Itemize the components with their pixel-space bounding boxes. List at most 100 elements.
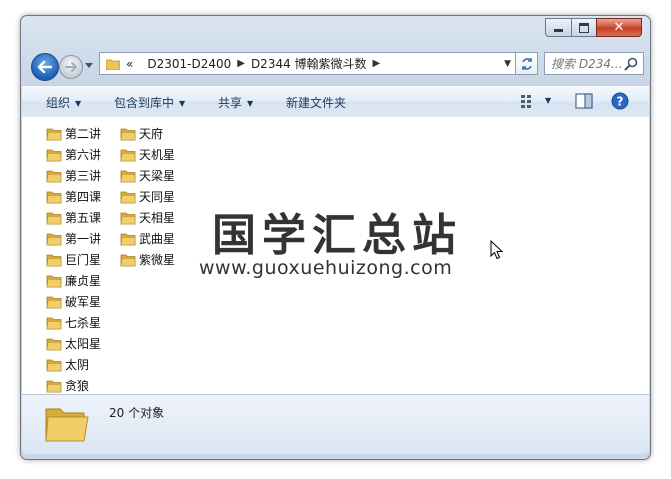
maximize-icon (579, 22, 589, 33)
watermark-title: 国学汇总站 (212, 210, 462, 261)
help-icon[interactable]: ? (611, 92, 629, 110)
folder-name: 天同星 (139, 190, 176, 204)
folder-item[interactable]: 天梁星 (120, 165, 175, 186)
include-in-library-menu[interactable]: 包含到库中 ▼ (114, 94, 185, 111)
address-bar[interactable]: « D2301-D2400 ▶ D2344 博翰紫微斗数 ▶ ▼ (99, 52, 516, 75)
watermark-url: www.guoxuehuizong.com (199, 257, 453, 279)
folder-item[interactable]: 天府 (120, 123, 175, 144)
mouse-cursor-icon (490, 240, 504, 260)
folder-icon (120, 170, 136, 182)
svg-text:?: ? (617, 95, 624, 109)
chevron-down-icon: ▼ (247, 99, 254, 108)
folder-icon (120, 233, 136, 245)
folder-item[interactable]: 天机星 (120, 144, 175, 165)
organize-menu[interactable]: 组织 ▼ (46, 94, 81, 111)
folder-name: 第五课 (65, 211, 102, 225)
folder-name: 七杀星 (65, 316, 102, 330)
address-overflow[interactable]: « (126, 57, 133, 71)
folder-icon (46, 128, 62, 140)
folder-name: 天机星 (139, 148, 176, 162)
folder-item[interactable]: 破军星 (46, 291, 101, 312)
folder-item[interactable]: 第五课 (46, 207, 101, 228)
search-box[interactable] (544, 52, 644, 75)
folder-name: 紫微星 (139, 253, 176, 267)
folder-item[interactable]: 太阴 (46, 354, 101, 375)
folder-name: 贪狼 (65, 379, 90, 393)
minimize-icon (554, 28, 563, 32)
folder-icon (46, 275, 62, 287)
view-options-icon[interactable] (520, 93, 538, 109)
folder-name: 破军星 (65, 295, 102, 309)
folder-item[interactable]: 天同星 (120, 186, 175, 207)
folder-column-1: 第二讲第六讲第三讲第四课第五课第一讲巨门星廉贞星破军星七杀星太阳星太阴贪狼 (46, 123, 101, 396)
folder-item[interactable]: 太阳星 (46, 333, 101, 354)
folder-item[interactable]: 第六讲 (46, 144, 101, 165)
file-list: 第二讲第六讲第三讲第四课第五课第一讲巨门星廉贞星破军星七杀星太阳星太阴贪狼 天府… (22, 117, 649, 394)
folder-icon (46, 380, 62, 392)
folder-icon (46, 170, 62, 182)
details-pane: 20 个对象 (22, 394, 649, 454)
forward-button[interactable] (59, 55, 83, 79)
folder-item[interactable]: 第四课 (46, 186, 101, 207)
folder-name: 太阳星 (65, 337, 102, 351)
folder-column-2: 天府天机星天梁星天同星天相星武曲星紫微星 (120, 123, 175, 270)
maximize-button[interactable] (571, 18, 597, 37)
include-in-library-label: 包含到库中 (114, 96, 175, 110)
breadcrumb-separator-icon[interactable]: ▶ (237, 58, 245, 69)
folder-name: 第六讲 (65, 148, 102, 162)
folder-item[interactable]: 廉贞星 (46, 270, 101, 291)
chevron-down-icon: ▼ (179, 99, 186, 108)
preview-pane-icon[interactable] (575, 93, 593, 109)
search-icon[interactable] (624, 57, 638, 71)
folder-icon (120, 254, 136, 266)
new-folder-button[interactable]: 新建文件夹 (286, 94, 346, 111)
folder-name: 巨门星 (65, 253, 102, 267)
folder-name: 第四课 (65, 190, 102, 204)
close-button[interactable]: ✕ (596, 18, 642, 37)
folder-icon (46, 233, 62, 245)
folder-name: 太阴 (65, 358, 90, 372)
folder-icon (46, 317, 62, 329)
folder-item[interactable]: 第一讲 (46, 228, 101, 249)
folder-item[interactable]: 天相星 (120, 207, 175, 228)
share-menu[interactable]: 共享 ▼ (218, 94, 253, 111)
minimize-button[interactable] (545, 18, 572, 37)
breadcrumb-d2301-d2400[interactable]: D2301-D2400 (147, 57, 231, 71)
folder-item[interactable]: 武曲星 (120, 228, 175, 249)
folder-icon (46, 149, 62, 161)
address-dropdown-icon[interactable]: ▼ (504, 59, 511, 69)
folder-name: 第二讲 (65, 127, 102, 141)
folder-item[interactable]: 巨门星 (46, 249, 101, 270)
folder-name: 天府 (139, 127, 164, 141)
view-options-dropdown[interactable]: ▼ (545, 96, 551, 105)
folder-name: 天梁星 (139, 169, 176, 183)
close-icon: ✕ (613, 20, 625, 35)
refresh-button[interactable] (516, 52, 538, 75)
recent-pages-dropdown[interactable] (84, 58, 94, 72)
folder-item[interactable]: 七杀星 (46, 312, 101, 333)
folder-name: 廉贞星 (65, 274, 102, 288)
folder-item[interactable]: 第二讲 (46, 123, 101, 144)
folder-icon (46, 191, 62, 203)
folder-name: 第三讲 (65, 169, 102, 183)
command-bar: 组织 ▼ 包含到库中 ▼ 共享 ▼ 新建文件夹 ▼ ? (22, 85, 649, 118)
folder-name: 武曲星 (139, 232, 176, 246)
search-input[interactable] (551, 56, 623, 71)
folder-item[interactable]: 贪狼 (46, 375, 101, 396)
folder-icon (46, 212, 62, 224)
folder-item[interactable]: 第三讲 (46, 165, 101, 186)
arrow-right-icon (65, 62, 77, 72)
folder-name: 第一讲 (65, 232, 102, 246)
breadcrumb-separator-icon[interactable]: ▶ (373, 58, 381, 69)
breadcrumb-current-folder[interactable]: D2344 博翰紫微斗数 (251, 55, 367, 72)
folder-icon (120, 191, 136, 203)
folder-icon (46, 338, 62, 350)
new-folder-label: 新建文件夹 (286, 96, 347, 110)
chevron-down-icon (85, 62, 93, 68)
folder-item[interactable]: 紫微星 (120, 249, 175, 270)
item-count: 20 个对象 (109, 406, 165, 420)
back-button[interactable] (31, 53, 59, 81)
folder-name: 天相星 (139, 211, 176, 225)
organize-label: 组织 (46, 96, 71, 110)
folder-icon (46, 359, 62, 371)
